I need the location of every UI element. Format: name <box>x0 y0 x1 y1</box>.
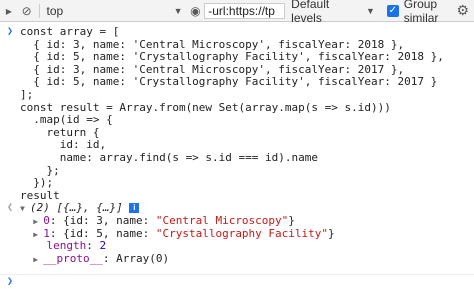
log-levels-dropdown[interactable]: Default levels ▼ <box>291 0 375 25</box>
chevron-down-icon: ▼ <box>366 5 375 16</box>
clear-console-icon[interactable]: ⊘ <box>18 2 36 20</box>
input-prompt-icon: ❯ <box>6 276 14 287</box>
console-output: ❯ const array = [ { id: 3, name: 'Central… <box>0 22 474 265</box>
proto-property[interactable]: ▶ __proto__: Array(0) <box>0 252 474 267</box>
console-toolbar: ▸ ⊘ top ▼ ◉ -url:https://tp Default leve… <box>0 0 474 25</box>
code-line: }; <box>20 163 60 177</box>
gear-icon[interactable]: ⚙ <box>456 2 469 19</box>
code-line: }); <box>20 176 54 190</box>
console-prompt[interactable]: ❯ <box>0 274 474 289</box>
chevron-down-icon: ▼ <box>173 5 183 16</box>
code-line: name: array.find(s => s.id === id).name <box>20 150 319 164</box>
eye-icon[interactable]: ◉ <box>186 2 204 20</box>
info-icon[interactable]: i <box>129 203 140 214</box>
expand-right-icon[interactable]: ▶ <box>33 254 43 267</box>
sidebar-toggle-icon[interactable]: ▸ <box>0 2 18 20</box>
code-line: { id: 5, name: 'Crystallography Facility… <box>20 75 438 89</box>
toolbar-divider <box>38 3 40 18</box>
output-marker-icon: ❮ <box>6 202 14 214</box>
levels-label: Default levels <box>291 0 330 25</box>
filter-input[interactable]: -url:https://tp <box>204 2 286 19</box>
checkbox-checked-icon[interactable]: ✓ <box>386 4 399 17</box>
context-selector[interactable]: top ▼ <box>42 4 184 18</box>
context-label: top <box>46 3 64 18</box>
input-prompt-icon: ❯ <box>6 26 14 37</box>
